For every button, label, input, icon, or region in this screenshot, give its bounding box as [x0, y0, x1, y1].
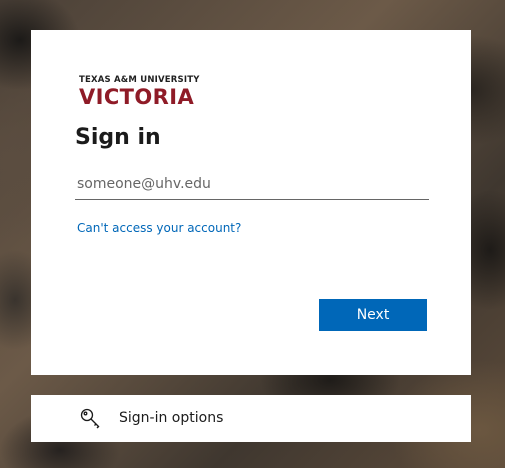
sign-in-options-label: Sign-in options	[119, 410, 224, 426]
university-logo: TEXAS A&M UNIVERSITY VICTORIA	[79, 75, 200, 108]
email-field[interactable]	[75, 169, 429, 200]
logo-university-line: TEXAS A&M UNIVERSITY	[79, 75, 200, 85]
sign-in-card: TEXAS A&M UNIVERSITY VICTORIA Sign in Ca…	[31, 30, 471, 375]
logo-campus-name: VICTORIA	[79, 85, 195, 109]
sign-in-options-button[interactable]: Sign-in options	[31, 395, 471, 442]
cant-access-account-link[interactable]: Can't access your account?	[77, 221, 241, 235]
next-button[interactable]: Next	[319, 299, 427, 331]
key-icon	[79, 407, 103, 431]
page-title: Sign in	[75, 125, 161, 150]
